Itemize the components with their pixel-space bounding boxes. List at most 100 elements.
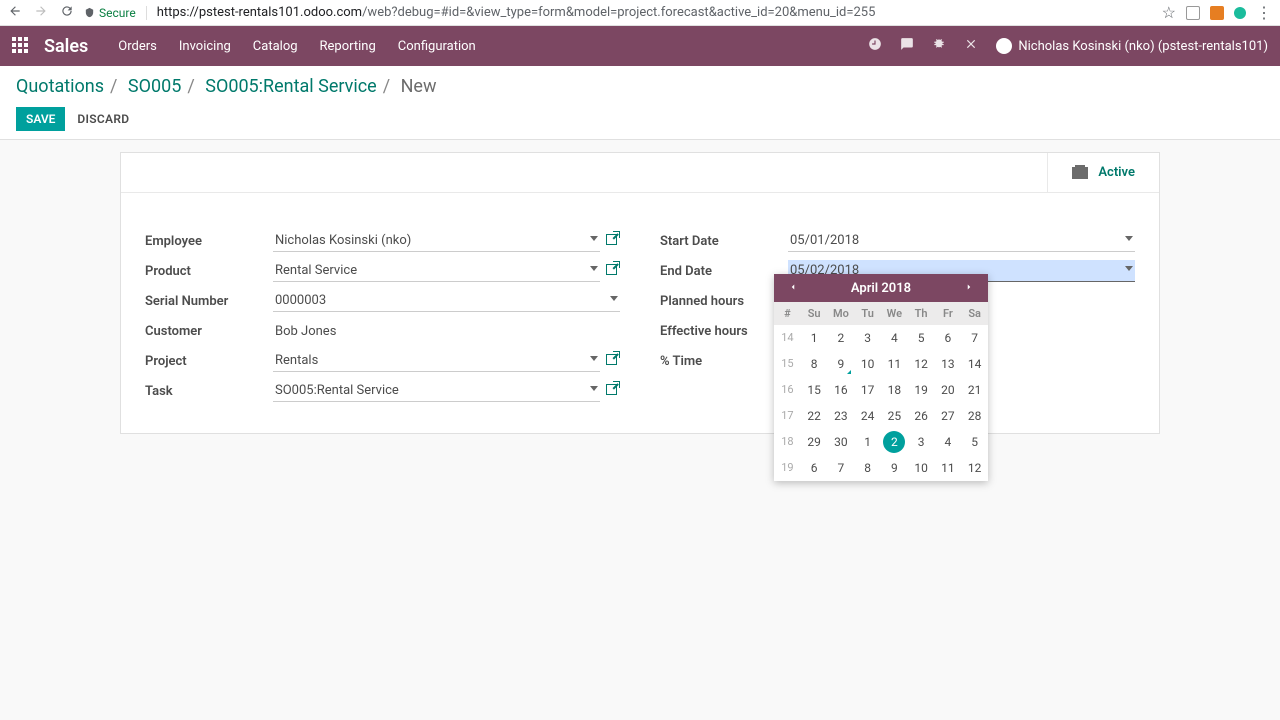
extension-icon-2[interactable] bbox=[1210, 6, 1224, 20]
reload-button[interactable] bbox=[60, 4, 74, 22]
archive-icon bbox=[1072, 167, 1088, 179]
datepicker-day-headers: # Su Mo Tu We Th Fr Sa bbox=[774, 302, 988, 325]
messaging-icon[interactable] bbox=[900, 37, 914, 55]
datepicker-day[interactable]: 17 bbox=[854, 377, 881, 403]
form-sheet: Active Employee Product bbox=[120, 152, 1160, 434]
extension-icon-1[interactable] bbox=[1186, 6, 1200, 20]
nav-catalog[interactable]: Catalog bbox=[253, 39, 298, 54]
chrome-menu-icon[interactable]: ⋮ bbox=[1256, 3, 1272, 22]
activity-icon[interactable] bbox=[868, 37, 882, 55]
datepicker-day[interactable]: 6 bbox=[935, 325, 962, 351]
label-end-date: End Date bbox=[660, 264, 788, 279]
product-field[interactable] bbox=[273, 260, 600, 282]
serial-field[interactable] bbox=[273, 290, 620, 312]
prev-month-button[interactable] bbox=[784, 277, 802, 300]
week-number: 14 bbox=[774, 325, 801, 351]
discard-button[interactable]: DISCARD bbox=[77, 112, 129, 126]
external-link-icon[interactable] bbox=[606, 264, 620, 278]
datepicker-day[interactable]: 21 bbox=[961, 377, 988, 403]
datepicker-day[interactable]: 27 bbox=[935, 403, 962, 429]
debug-icon[interactable] bbox=[932, 37, 946, 55]
datepicker-day[interactable]: 12 bbox=[961, 455, 988, 481]
datepicker-day[interactable]: 25 bbox=[881, 403, 908, 429]
forward-button[interactable] bbox=[34, 4, 48, 22]
datepicker-day[interactable]: 29 bbox=[801, 429, 828, 455]
datepicker-day[interactable]: 20 bbox=[935, 377, 962, 403]
datepicker-popup: April 2018 # Su Mo Tu We Th Fr Sa 141234… bbox=[774, 274, 988, 481]
app-brand[interactable]: Sales bbox=[44, 36, 88, 57]
bookmark-star-icon[interactable]: ☆ bbox=[1162, 3, 1176, 22]
datepicker-day[interactable]: 2 bbox=[828, 325, 855, 351]
address-bar[interactable]: https://pstest-rentals101.odoo.com/web?d… bbox=[157, 5, 1152, 20]
datepicker-day[interactable]: 16 bbox=[828, 377, 855, 403]
avatar bbox=[996, 38, 1012, 54]
datepicker-day[interactable]: 13 bbox=[935, 351, 962, 377]
project-field[interactable] bbox=[273, 350, 600, 372]
next-month-button[interactable] bbox=[960, 277, 978, 300]
datepicker-day[interactable]: 10 bbox=[854, 351, 881, 377]
datepicker-grid: 1412345671589101112131416151617181920211… bbox=[774, 325, 988, 481]
datepicker-day[interactable]: 11 bbox=[935, 455, 962, 481]
user-menu[interactable]: Nicholas Kosinski (nko) (pstest-rentals1… bbox=[996, 38, 1268, 54]
secure-badge: Secure bbox=[84, 6, 136, 20]
extension-icon-3[interactable] bbox=[1234, 7, 1246, 19]
employee-field[interactable] bbox=[273, 230, 600, 252]
breadcrumb-quotations[interactable]: Quotations bbox=[16, 76, 104, 97]
back-button[interactable] bbox=[8, 4, 22, 22]
datepicker-day[interactable]: 28 bbox=[961, 403, 988, 429]
label-employee: Employee bbox=[145, 234, 273, 249]
external-link-icon[interactable] bbox=[606, 384, 620, 398]
status-active-button[interactable]: Active bbox=[1047, 153, 1159, 192]
datepicker-day[interactable]: 26 bbox=[908, 403, 935, 429]
datepicker-day[interactable]: 3 bbox=[908, 429, 935, 455]
datepicker-day[interactable]: 18 bbox=[881, 377, 908, 403]
datepicker-day[interactable]: 8 bbox=[854, 455, 881, 481]
close-debug-icon[interactable] bbox=[964, 37, 978, 55]
label-planned-hours: Planned hours bbox=[660, 294, 788, 309]
datepicker-day[interactable]: 24 bbox=[854, 403, 881, 429]
breadcrumb-rental-service[interactable]: SO005:Rental Service bbox=[205, 76, 376, 97]
datepicker-month-label[interactable]: April 2018 bbox=[851, 281, 911, 296]
label-project: Project bbox=[145, 354, 273, 369]
datepicker-day[interactable]: 23 bbox=[828, 403, 855, 429]
datepicker-day[interactable]: 7 bbox=[828, 455, 855, 481]
datepicker-day[interactable]: 9 bbox=[881, 455, 908, 481]
external-link-icon[interactable] bbox=[606, 354, 620, 368]
task-field[interactable] bbox=[273, 380, 600, 402]
datepicker-day[interactable]: 6 bbox=[801, 455, 828, 481]
datepicker-day[interactable]: 9 bbox=[828, 351, 855, 377]
apps-icon[interactable] bbox=[12, 37, 30, 55]
datepicker-day[interactable]: 5 bbox=[908, 325, 935, 351]
save-button[interactable]: SAVE bbox=[16, 107, 65, 131]
nav-orders[interactable]: Orders bbox=[118, 39, 157, 54]
datepicker-day[interactable]: 14 bbox=[961, 351, 988, 377]
datepicker-day[interactable]: 11 bbox=[881, 351, 908, 377]
datepicker-day[interactable]: 19 bbox=[908, 377, 935, 403]
datepicker-day[interactable]: 3 bbox=[854, 325, 881, 351]
datepicker-day[interactable]: 5 bbox=[961, 429, 988, 455]
datepicker-day[interactable]: 1 bbox=[801, 325, 828, 351]
week-number: 15 bbox=[774, 351, 801, 377]
label-product: Product bbox=[145, 264, 273, 279]
breadcrumb-so005[interactable]: SO005 bbox=[128, 76, 181, 97]
datepicker-day[interactable]: 22 bbox=[801, 403, 828, 429]
external-link-icon[interactable] bbox=[606, 234, 620, 248]
breadcrumb-current: New bbox=[401, 76, 437, 97]
datepicker-day[interactable]: 2 bbox=[881, 429, 908, 455]
datepicker-day[interactable]: 10 bbox=[908, 455, 935, 481]
datepicker-day[interactable]: 4 bbox=[881, 325, 908, 351]
nav-invoicing[interactable]: Invoicing bbox=[179, 39, 231, 54]
nav-reporting[interactable]: Reporting bbox=[320, 39, 376, 54]
datepicker-day[interactable]: 7 bbox=[961, 325, 988, 351]
label-pct-time: % Time bbox=[660, 354, 788, 369]
datepicker-day[interactable]: 15 bbox=[801, 377, 828, 403]
label-task: Task bbox=[145, 384, 273, 399]
start-date-field[interactable] bbox=[788, 230, 1135, 252]
nav-configuration[interactable]: Configuration bbox=[398, 39, 476, 54]
label-serial: Serial Number bbox=[145, 294, 273, 309]
datepicker-day[interactable]: 8 bbox=[801, 351, 828, 377]
datepicker-day[interactable]: 4 bbox=[935, 429, 962, 455]
datepicker-day[interactable]: 30 bbox=[828, 429, 855, 455]
datepicker-day[interactable]: 1 bbox=[854, 429, 881, 455]
datepicker-day[interactable]: 12 bbox=[908, 351, 935, 377]
